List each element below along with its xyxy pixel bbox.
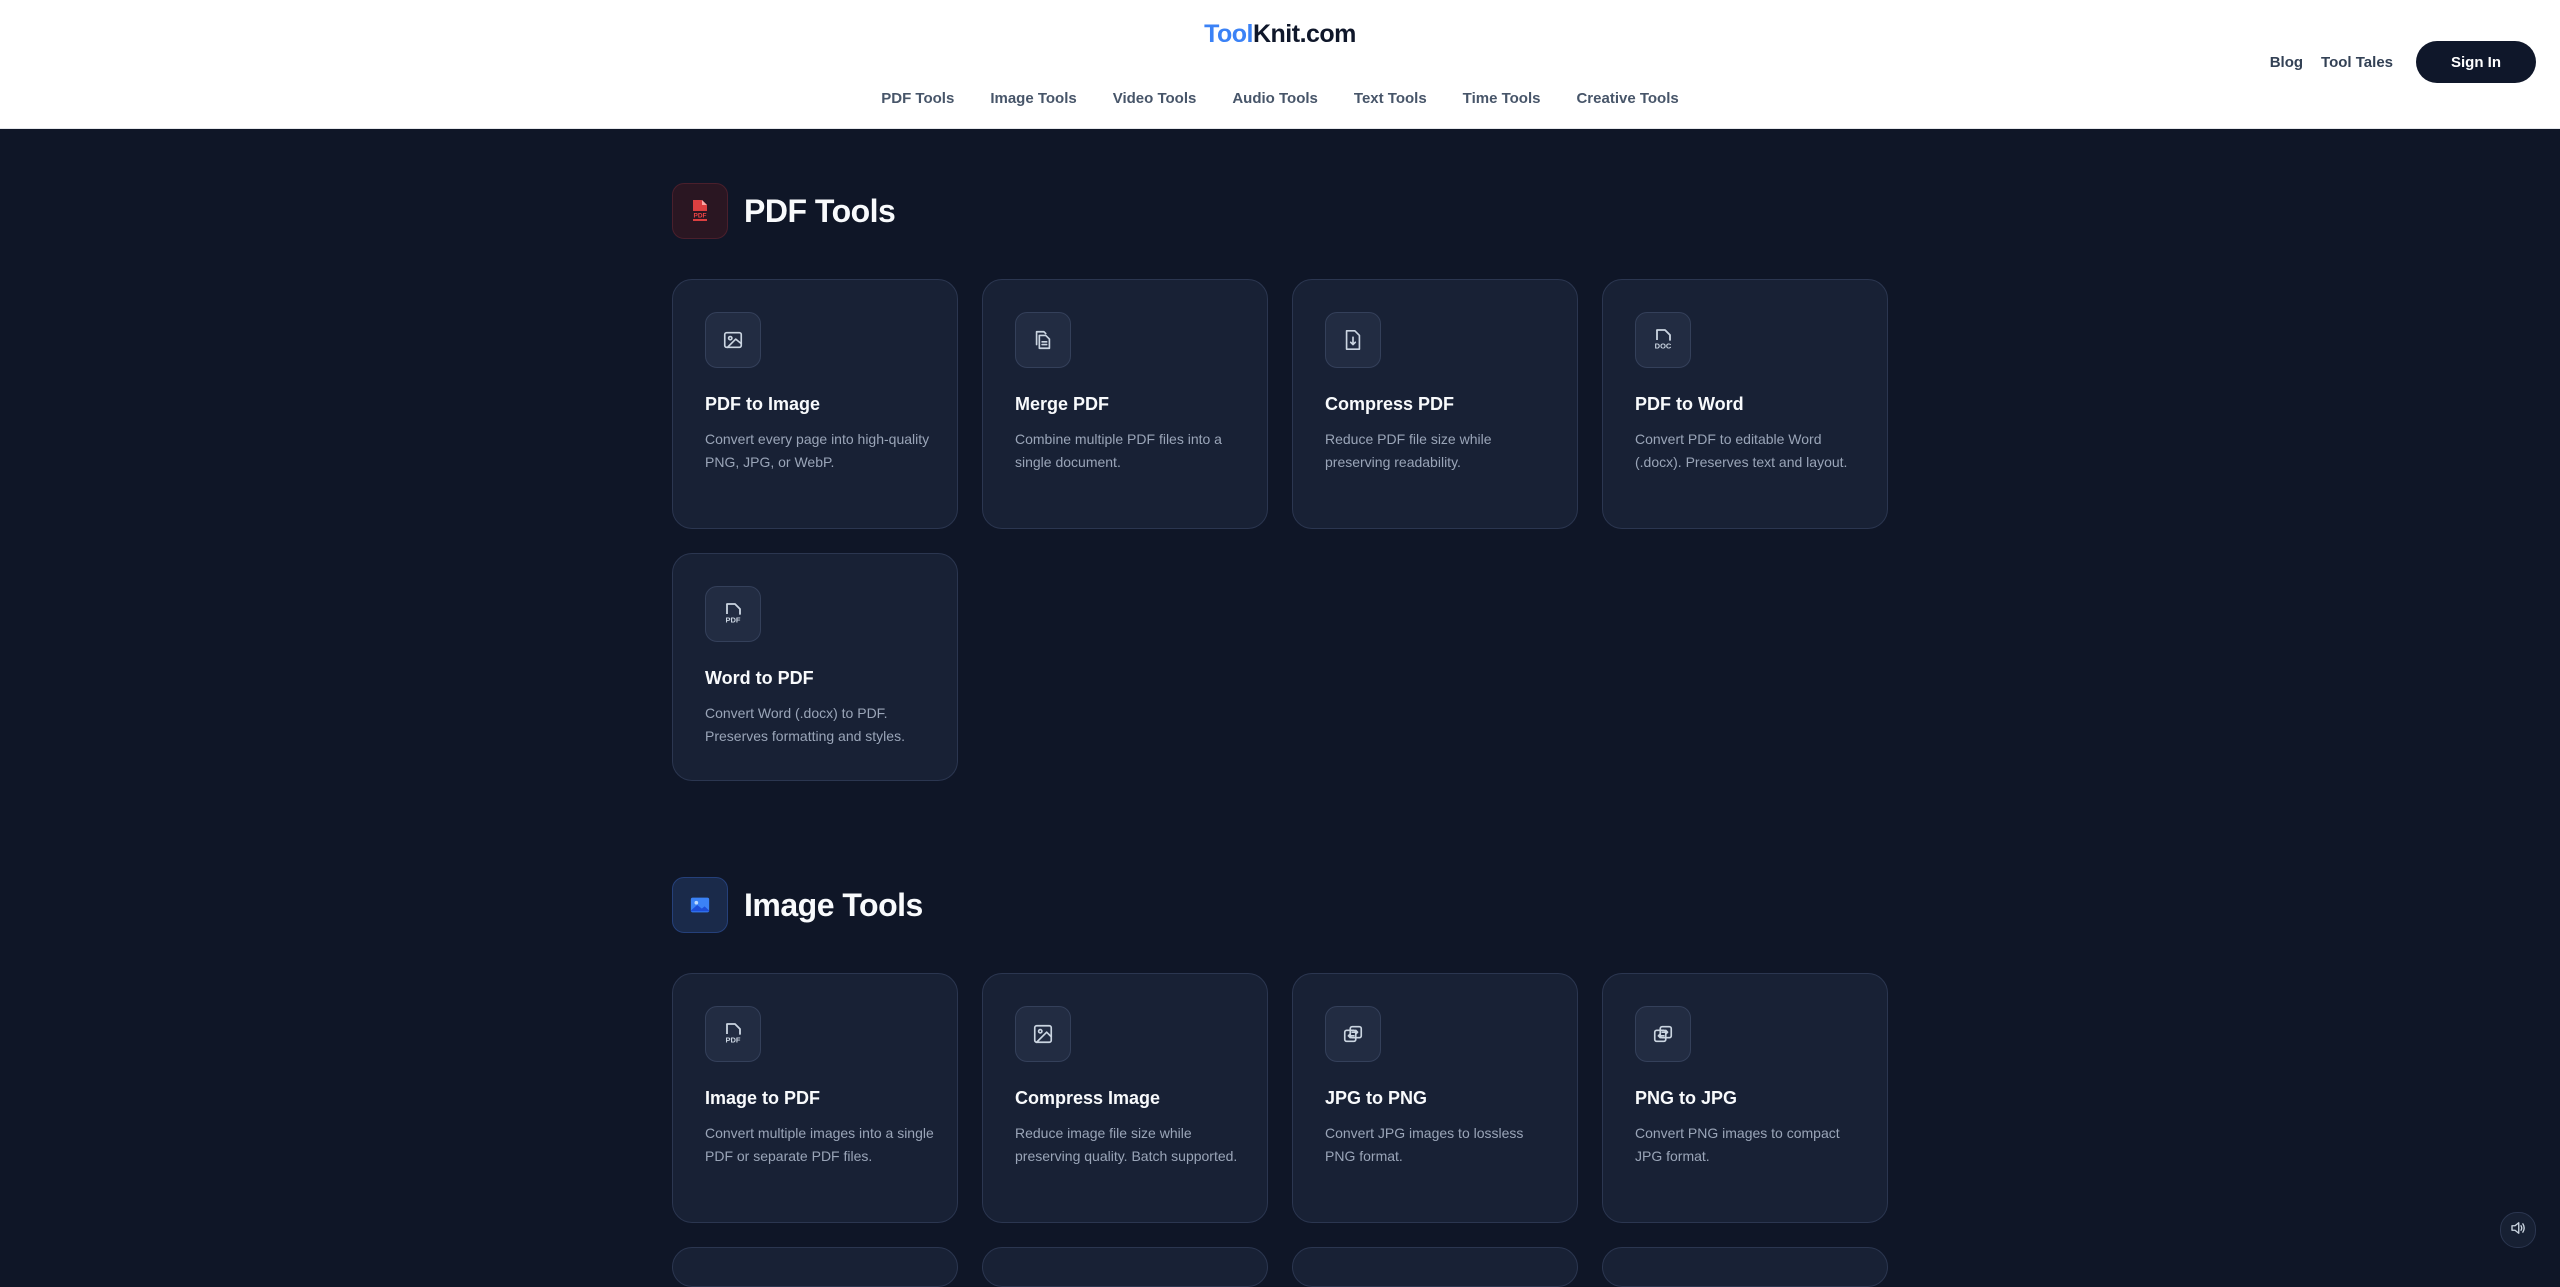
svg-text:DOC: DOC bbox=[1655, 342, 1672, 351]
tool-title: Word to PDF bbox=[705, 668, 814, 688]
tool-description: Combine multiple PDF files into a single… bbox=[1015, 431, 1222, 470]
tool-card-jpg-to-png[interactable]: JPG to PNG Convert JPG images to lossles… bbox=[1292, 973, 1578, 1223]
pdf-file-icon: PDF bbox=[705, 586, 761, 642]
tool-card-image-to-pdf[interactable]: PDF Image to PDF Convert multiple images… bbox=[672, 973, 958, 1223]
account-nav: Blog Tool Tales Sign In bbox=[2270, 41, 2536, 83]
files-icon bbox=[1015, 312, 1071, 368]
tool-description: Convert multiple images into a single PD… bbox=[705, 1125, 934, 1164]
logo-text-tool: Tool bbox=[1204, 20, 1253, 48]
tool-card-word-to-pdf[interactable]: PDF Word to PDF Convert Word (.docx) to … bbox=[672, 553, 958, 781]
nav-text-tools[interactable]: Text Tools bbox=[1354, 90, 1427, 107]
compress-file-icon bbox=[1325, 312, 1381, 368]
tool-card-compress-pdf[interactable]: Compress PDF Reduce PDF file size while … bbox=[1292, 279, 1578, 529]
tool-title: JPG to PNG bbox=[1325, 1088, 1428, 1108]
tool-tales-link[interactable]: Tool Tales bbox=[2321, 54, 2393, 71]
image-icon bbox=[705, 312, 761, 368]
tool-card[interactable] bbox=[672, 1247, 958, 1287]
tool-title: Compress PDF bbox=[1325, 394, 1455, 414]
tool-title: PDF to Image bbox=[705, 394, 821, 414]
tool-description: Convert every page into high-quality PNG… bbox=[705, 431, 930, 470]
tool-card-pdf-to-word[interactable]: DOC PDF to Word Convert PDF to editable … bbox=[1602, 279, 1888, 529]
pdf-file-icon: PDF bbox=[705, 1006, 761, 1062]
tool-card[interactable] bbox=[1292, 1247, 1578, 1287]
tool-description: Convert PDF to editable Word (.docx). Pr… bbox=[1635, 431, 1848, 470]
tools-grid: PDF Image to PDF Convert multiple images… bbox=[672, 973, 1888, 1287]
blog-link[interactable]: Blog bbox=[2270, 54, 2303, 71]
tool-title: PNG to JPG bbox=[1635, 1088, 1738, 1108]
tool-card[interactable] bbox=[1602, 1247, 1888, 1287]
speaker-button[interactable] bbox=[2500, 1212, 2536, 1248]
tool-card[interactable] bbox=[982, 1247, 1268, 1287]
svg-text:PDF: PDF bbox=[726, 1036, 741, 1045]
nav-creative-tools[interactable]: Creative Tools bbox=[1576, 90, 1678, 107]
tool-title: Merge PDF bbox=[1015, 394, 1110, 414]
tool-description: Reduce image file size while preserving … bbox=[1015, 1125, 1238, 1164]
category-nav: PDF Tools Image Tools Video Tools Audio … bbox=[0, 90, 2560, 107]
nav-time-tools[interactable]: Time Tools bbox=[1463, 90, 1541, 107]
tool-title: Compress Image bbox=[1015, 1088, 1161, 1108]
section-title: PDF Tools bbox=[744, 192, 896, 229]
tool-description: Convert Word (.docx) to PDF. Preserves f… bbox=[705, 705, 905, 744]
nav-audio-tools[interactable]: Audio Tools bbox=[1232, 90, 1318, 107]
tool-card-compress-image[interactable]: Compress Image Reduce image file size wh… bbox=[982, 973, 1268, 1223]
image-icon bbox=[672, 877, 728, 933]
tool-description: Convert JPG images to lossless PNG forma… bbox=[1325, 1125, 1524, 1164]
doc-file-icon: DOC bbox=[1635, 312, 1691, 368]
svg-text:PDF: PDF bbox=[694, 213, 707, 220]
nav-image-tools[interactable]: Image Tools bbox=[990, 90, 1076, 107]
svg-text:PDF: PDF bbox=[726, 616, 741, 625]
site-logo[interactable]: ToolKnit.com bbox=[0, 20, 2560, 49]
tool-card-pdf-to-image[interactable]: PDF to Image Convert every page into hig… bbox=[672, 279, 958, 529]
nav-pdf-tools[interactable]: PDF Tools bbox=[881, 90, 954, 107]
sign-in-button[interactable]: Sign In bbox=[2416, 41, 2536, 83]
tool-description: Reduce PDF file size while preserving re… bbox=[1325, 431, 1492, 470]
speaker-icon bbox=[2509, 1219, 2527, 1242]
tool-card-merge-pdf[interactable]: Merge PDF Combine multiple PDF files int… bbox=[982, 279, 1268, 529]
tool-card-png-to-jpg[interactable]: PNG to JPG Convert PNG images to compact… bbox=[1602, 973, 1888, 1223]
tools-grid: PDF to Image Convert every page into hig… bbox=[672, 279, 1888, 781]
tool-description: Convert PNG images to compact JPG format… bbox=[1635, 1125, 1840, 1164]
convert-icon bbox=[1635, 1006, 1691, 1062]
tool-title: PDF to Word bbox=[1635, 394, 1744, 414]
logo-text-domain: Knit.com bbox=[1252, 20, 1356, 48]
section-header: PDF PDF Tools bbox=[672, 183, 896, 239]
tool-title: Image to PDF bbox=[705, 1088, 821, 1108]
pdf-file-icon: PDF bbox=[672, 183, 728, 239]
section-title: Image Tools bbox=[744, 886, 923, 923]
image-icon bbox=[1015, 1006, 1071, 1062]
nav-video-tools[interactable]: Video Tools bbox=[1113, 90, 1197, 107]
convert-icon bbox=[1325, 1006, 1381, 1062]
site-header: ToolKnit.com PDF Tools Image Tools Video… bbox=[0, 0, 2560, 129]
section-header: Image Tools bbox=[672, 877, 923, 933]
